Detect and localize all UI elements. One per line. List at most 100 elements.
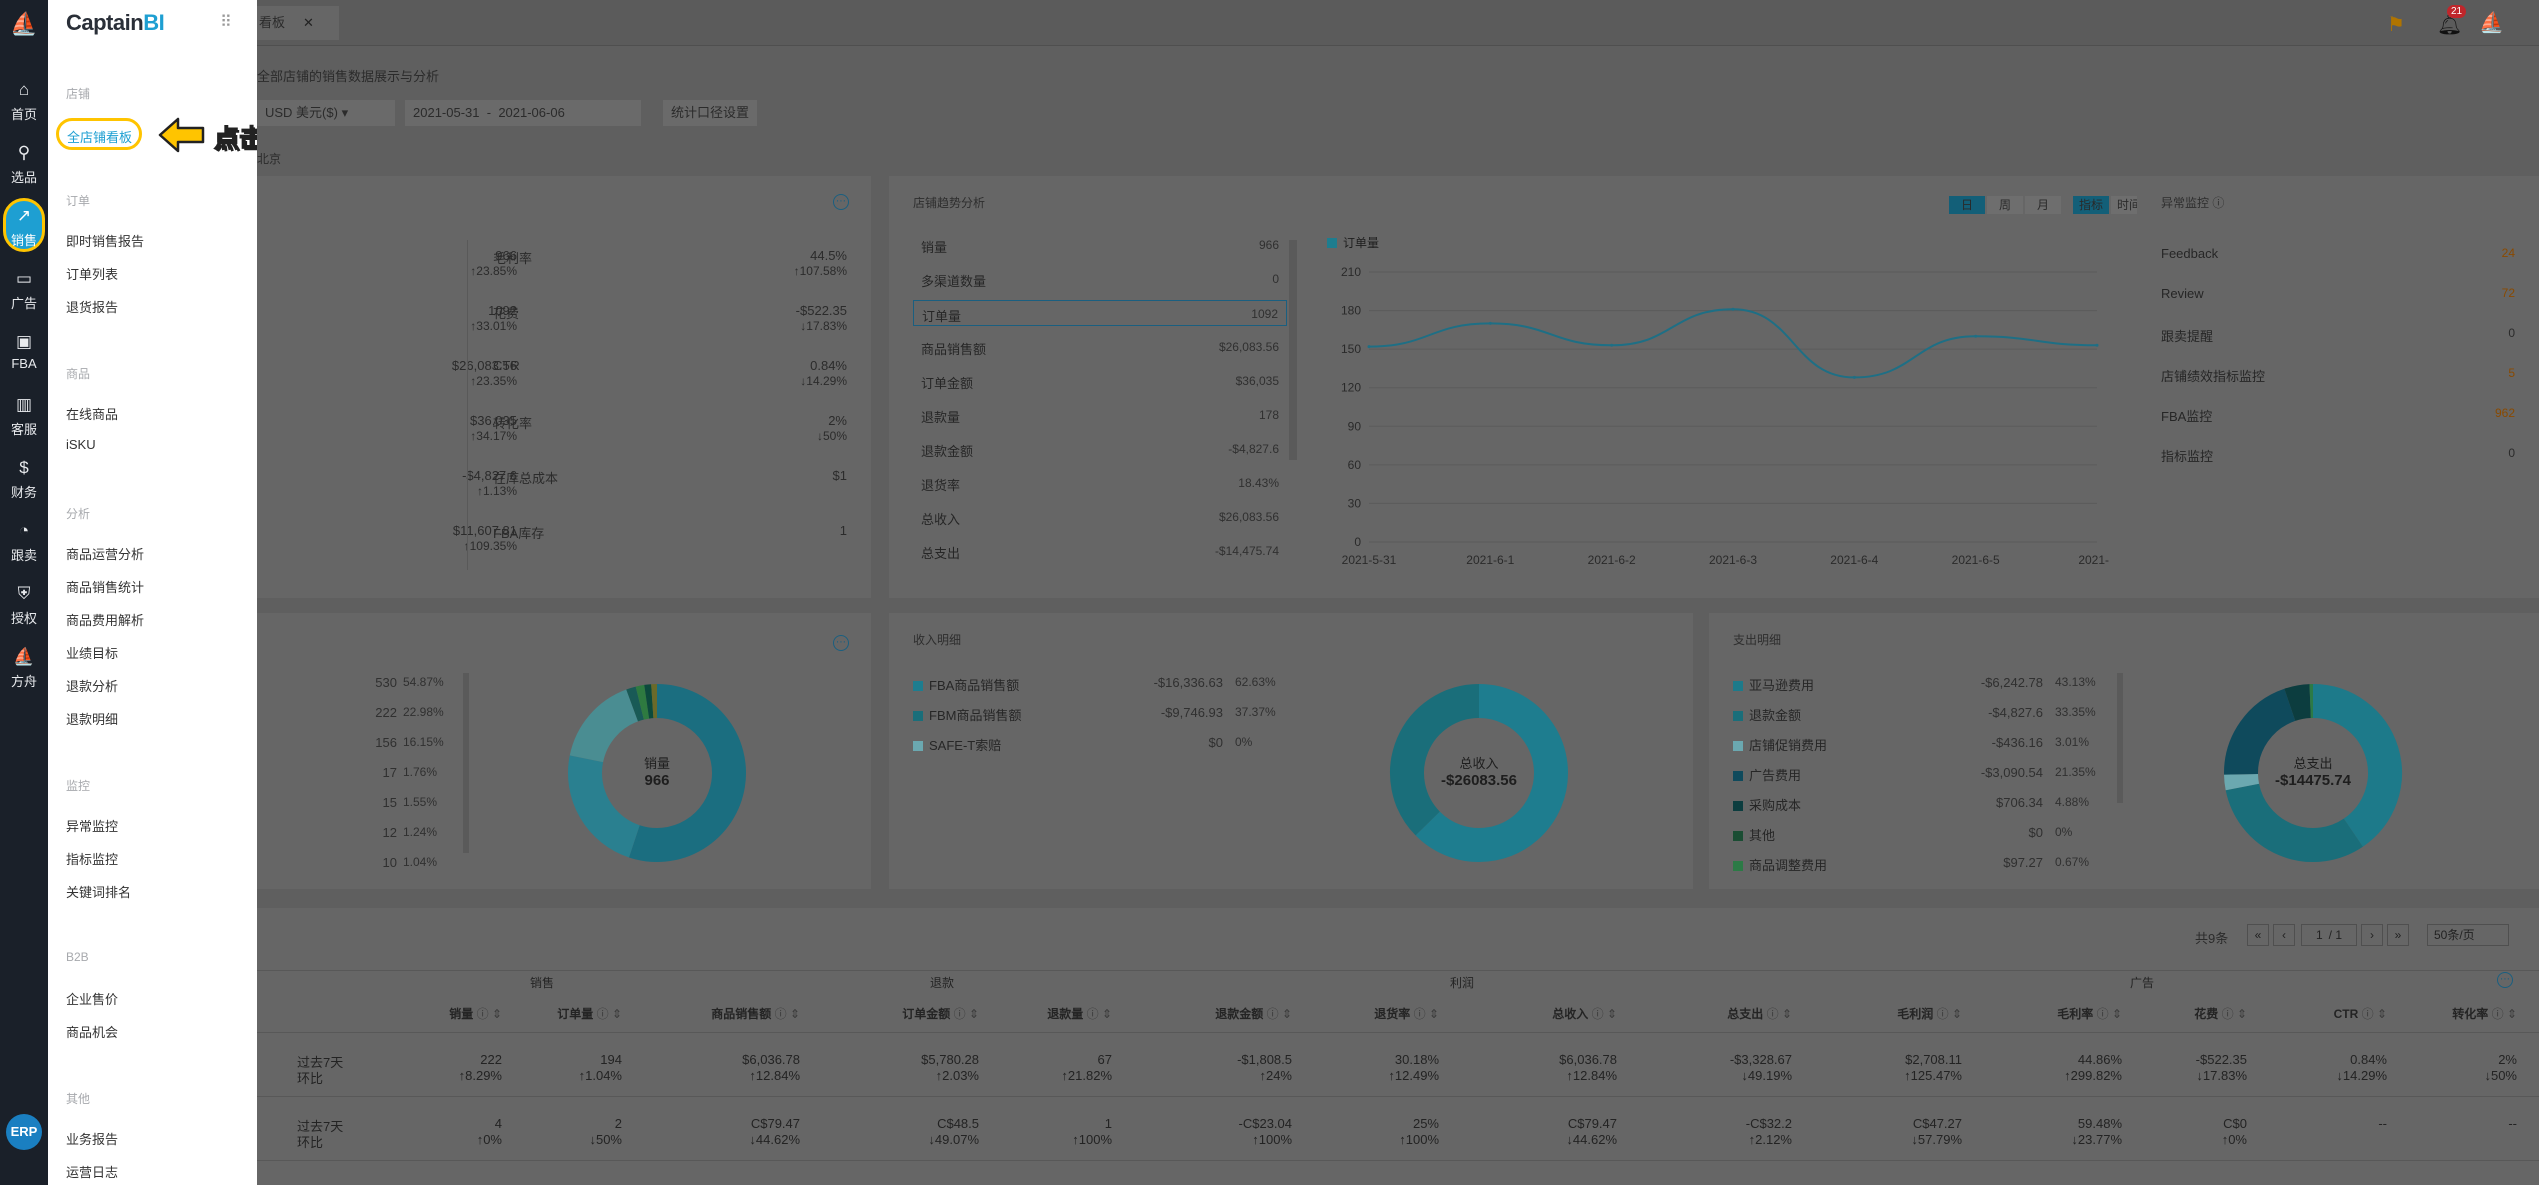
anomaly-count[interactable]: 0 bbox=[2508, 446, 2515, 460]
tab-store-dashboard[interactable]: 看板 ✕ bbox=[257, 6, 339, 40]
legend-item[interactable]: 退款金额 bbox=[1733, 705, 1801, 724]
sort-icon[interactable]: ⓘ ⇕ bbox=[1083, 1007, 1112, 1021]
menu-item[interactable]: 订单列表 bbox=[66, 264, 118, 283]
metric-row[interactable]: 总收入 $26,083.56 bbox=[913, 504, 1287, 530]
metric-row[interactable]: 商品销售额 $26,083.56 bbox=[913, 334, 1287, 360]
page-size-select[interactable]: 50条/页 bbox=[2427, 924, 2509, 946]
settings-circle-icon[interactable]: ⋯ bbox=[2497, 972, 2513, 988]
anomaly-label[interactable]: Feedback bbox=[2161, 246, 2218, 261]
donut-slice[interactable] bbox=[644, 684, 654, 719]
menu-item[interactable]: 退款分析 bbox=[66, 676, 118, 695]
brand-logo[interactable]: CaptainBI bbox=[66, 10, 165, 36]
nav-ad[interactable]: ▭ 广告 bbox=[0, 259, 48, 317]
column-header[interactable]: 退款量 ⓘ ⇕ bbox=[1002, 1005, 1112, 1022]
anomaly-label[interactable]: 指标监控 bbox=[2161, 446, 2213, 465]
nav-sales-chart[interactable]: ↗ 销售 bbox=[0, 196, 48, 254]
menu-item[interactable]: 异常监控 bbox=[66, 816, 118, 835]
sort-icon[interactable]: ⓘ ⇕ bbox=[771, 1007, 800, 1021]
currency-select[interactable]: USD 美元($) ▾ bbox=[257, 100, 395, 126]
metric-row[interactable]: 订单金额 $36,035 bbox=[913, 368, 1287, 394]
column-header[interactable]: 商品销售额 ⓘ ⇕ bbox=[690, 1005, 800, 1022]
period-toggle[interactable]: 月 bbox=[2025, 196, 2061, 214]
anomaly-label[interactable]: Review bbox=[2161, 286, 2204, 301]
menu-item[interactable]: 企业售价 bbox=[66, 989, 118, 1008]
anomaly-count[interactable]: 962 bbox=[2495, 406, 2515, 420]
legend-item[interactable]: 其他 bbox=[1733, 825, 1775, 844]
close-icon[interactable]: ✕ bbox=[303, 6, 314, 40]
donut-slice[interactable] bbox=[569, 689, 639, 763]
sort-icon[interactable]: ⓘ ⇕ bbox=[1763, 1007, 1792, 1021]
sort-icon[interactable]: ⓘ ⇕ bbox=[2358, 1007, 2387, 1021]
sort-icon[interactable]: ⓘ ⇕ bbox=[2488, 1007, 2517, 1021]
settings-circle-icon[interactable]: ⋯ bbox=[833, 194, 849, 210]
legend-item[interactable]: SAFE-T索赔 bbox=[913, 735, 1001, 754]
metric-row[interactable]: 退货率 18.43% bbox=[913, 470, 1287, 496]
column-header[interactable]: 总支出 ⓘ ⇕ bbox=[1682, 1005, 1792, 1022]
menu-item-store-dashboard[interactable]: 全店铺看板 bbox=[56, 118, 142, 150]
anomaly-count[interactable]: 24 bbox=[2502, 246, 2515, 260]
menu-item[interactable]: 运营日志 bbox=[66, 1162, 118, 1181]
menu-item[interactable]: iSKU bbox=[66, 437, 96, 452]
sort-icon[interactable]: ⓘ ⇕ bbox=[1588, 1007, 1617, 1021]
sort-icon[interactable]: ⓘ ⇕ bbox=[1263, 1007, 1292, 1021]
sort-icon[interactable]: ⓘ ⇕ bbox=[473, 1007, 502, 1021]
sort-icon[interactable]: ⓘ ⇕ bbox=[1410, 1007, 1439, 1021]
column-header[interactable]: 销量 ⓘ ⇕ bbox=[392, 1005, 502, 1022]
caliber-settings-button[interactable]: 统计口径设置 bbox=[663, 100, 757, 126]
column-header[interactable]: CTR ⓘ ⇕ bbox=[2277, 1005, 2387, 1022]
captain-logo-icon[interactable]: ⛵ bbox=[8, 8, 40, 40]
pager-next-button[interactable]: › bbox=[2361, 924, 2383, 946]
settings-circle-icon[interactable]: ⋯ bbox=[833, 635, 849, 651]
column-header[interactable]: 订单金额 ⓘ ⇕ bbox=[869, 1005, 979, 1022]
column-header[interactable]: 转化率 ⓘ ⇕ bbox=[2407, 1005, 2517, 1022]
sort-icon[interactable]: ⓘ ⇕ bbox=[593, 1007, 622, 1021]
column-header[interactable]: 毛利润 ⓘ ⇕ bbox=[1852, 1005, 1962, 1022]
column-header[interactable]: 花费 ⓘ ⇕ bbox=[2137, 1005, 2247, 1022]
menu-item[interactable]: 即时销售报告 bbox=[66, 231, 144, 250]
sort-icon[interactable]: ⓘ ⇕ bbox=[2218, 1007, 2247, 1021]
menu-item[interactable]: 商品销售统计 bbox=[66, 577, 144, 596]
mode-toggle[interactable]: 指标 bbox=[2073, 196, 2109, 214]
anomaly-label[interactable]: 店铺绩效指标监控 bbox=[2161, 366, 2265, 385]
metric-row[interactable]: 多渠道数量 0 bbox=[913, 266, 1287, 292]
legend-item[interactable]: 广告费用 bbox=[1733, 765, 1801, 784]
sort-icon[interactable]: ⓘ ⇕ bbox=[1933, 1007, 1962, 1021]
donut-slice[interactable] bbox=[626, 686, 645, 722]
column-header[interactable]: 退货率 ⓘ ⇕ bbox=[1329, 1005, 1439, 1022]
legend-item[interactable]: FBM商品销售额 bbox=[913, 705, 1021, 724]
anomaly-count[interactable]: 72 bbox=[2502, 286, 2515, 300]
column-header[interactable]: 退款金额 ⓘ ⇕ bbox=[1182, 1005, 1292, 1022]
menu-item[interactable]: 商品费用解析 bbox=[66, 610, 144, 629]
nav-finance[interactable]: $ 财务 bbox=[0, 448, 48, 506]
scrollbar[interactable] bbox=[463, 673, 469, 853]
metric-row[interactable]: 总支出 -$14,475.74 bbox=[913, 538, 1287, 564]
nav-home[interactable]: ⌂ 首页 bbox=[0, 70, 48, 128]
menu-item[interactable]: 商品运营分析 bbox=[66, 544, 144, 563]
nav-follow-sell[interactable]: ◔ 跟卖 bbox=[0, 511, 48, 569]
scrollbar[interactable] bbox=[2117, 673, 2123, 803]
pager-first-button[interactable]: « bbox=[2247, 924, 2269, 946]
legend-item[interactable]: 亚马逊费用 bbox=[1733, 675, 1814, 694]
nav-ark[interactable]: ⛵ 方舟 bbox=[0, 637, 48, 695]
flag-icon[interactable]: ⚑ bbox=[2387, 12, 2405, 37]
pager-prev-button[interactable]: ‹ bbox=[2273, 924, 2295, 946]
legend-item[interactable]: 采购成本 bbox=[1733, 795, 1801, 814]
anomaly-count[interactable]: 0 bbox=[2508, 326, 2515, 340]
anomaly-label[interactable]: FBA监控 bbox=[2161, 406, 2212, 425]
nav-fba[interactable]: ▣ FBA bbox=[0, 322, 48, 380]
donut-slice[interactable] bbox=[2284, 684, 2312, 722]
legend-item[interactable]: 店铺促销费用 bbox=[1733, 735, 1827, 754]
page-indicator[interactable]: 1 / 1 bbox=[2301, 924, 2357, 946]
legend-item[interactable]: 商品调整费用 bbox=[1733, 855, 1827, 874]
menu-item[interactable]: 业绩目标 bbox=[66, 643, 118, 662]
anomaly-label[interactable]: 跟卖提醒 bbox=[2161, 326, 2213, 345]
menu-item[interactable]: 业务报告 bbox=[66, 1129, 118, 1148]
sort-icon[interactable]: ⓘ ⇕ bbox=[2093, 1007, 2122, 1021]
metric-row[interactable]: 退款量 178 bbox=[913, 402, 1287, 428]
menu-item[interactable]: 退款明细 bbox=[66, 709, 118, 728]
column-header[interactable]: 总收入 ⓘ ⇕ bbox=[1507, 1005, 1617, 1022]
metric-row[interactable]: 销量 966 bbox=[913, 232, 1287, 258]
column-header[interactable]: 订单量 ⓘ ⇕ bbox=[512, 1005, 622, 1022]
avatar[interactable]: ⛵ bbox=[2479, 10, 2505, 36]
donut-slice[interactable] bbox=[2225, 783, 2363, 862]
